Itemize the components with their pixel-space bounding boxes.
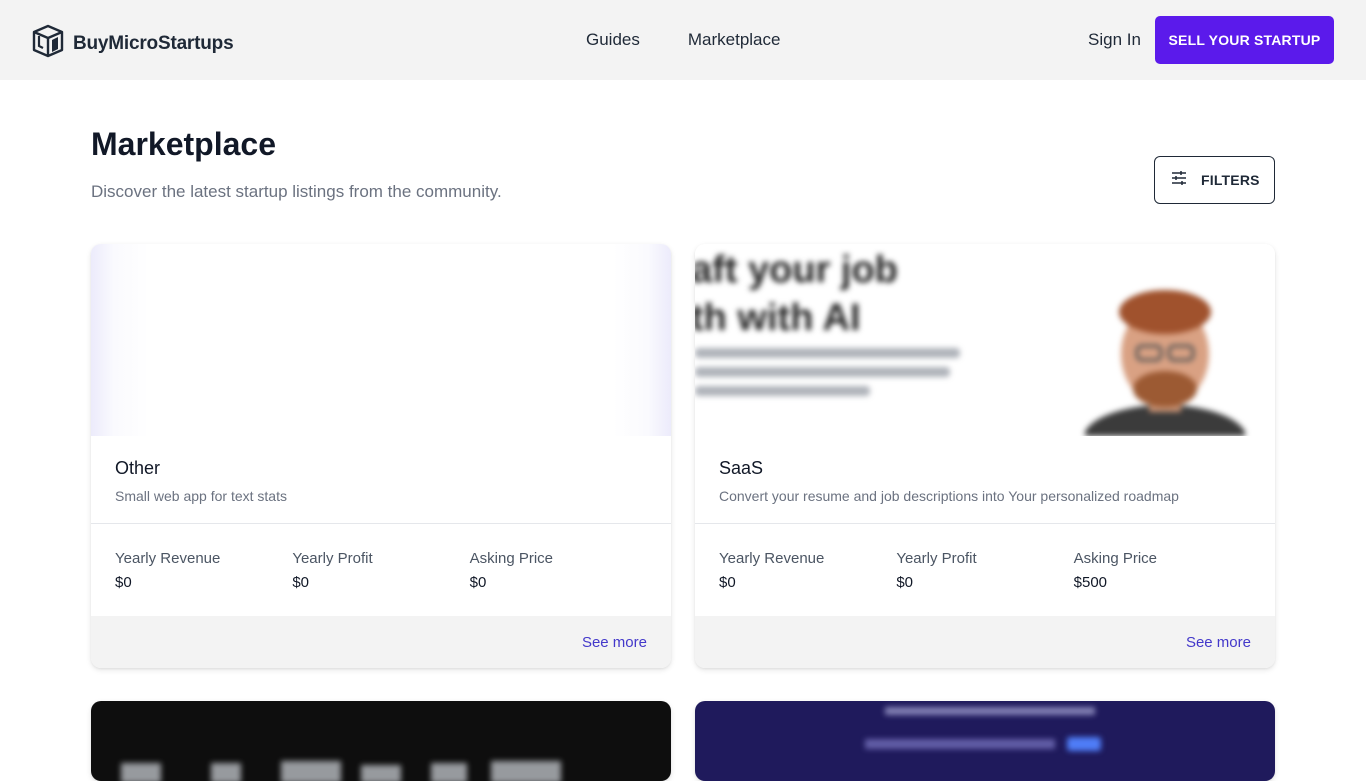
stat-yearly-revenue: Yearly Revenue $0 <box>719 550 896 616</box>
sell-your-startup-button[interactable]: SELL YOUR STARTUP <box>1155 16 1334 64</box>
stat-value: $500 <box>1073 574 1108 591</box>
page-subtitle: Discover the latest startup listings fro… <box>91 182 502 201</box>
top-navbar: BuyMicroStartups Guides Marketplace Sign… <box>0 0 1366 80</box>
listing-category: Other <box>115 458 161 478</box>
thumbnail-heading-line: aft your job <box>695 249 898 291</box>
stat-value: $0 <box>469 574 487 591</box>
stat-label: Asking Price <box>469 550 554 567</box>
filters-button[interactable]: FILTERS <box>1154 156 1275 204</box>
nav-marketplace[interactable]: Marketplace <box>688 30 781 50</box>
listing-footer: See more <box>695 616 1275 668</box>
stat-label: Yearly Revenue <box>719 550 825 567</box>
stat-label: Yearly Revenue <box>115 550 221 567</box>
stat-yearly-profit: Yearly Profit $0 <box>292 550 469 616</box>
stat-value: $0 <box>719 574 736 591</box>
stat-yearly-revenue: Yearly Revenue $0 <box>115 550 292 616</box>
main-nav: Guides Marketplace <box>586 30 780 50</box>
listing-card-partial[interactable] <box>695 701 1275 781</box>
stat-label: Yearly Profit <box>292 550 373 567</box>
listing-card-partial[interactable] <box>91 701 671 781</box>
filters-label: FILTERS <box>1201 172 1260 188</box>
stat-asking-price: Asking Price $0 <box>470 550 647 616</box>
person-portrait-image <box>1085 290 1245 436</box>
listing-thumbnail <box>91 244 671 436</box>
stat-yearly-profit: Yearly Profit $0 <box>896 550 1073 616</box>
thumbnail-text-lines <box>695 348 975 405</box>
listing-stats: Yearly Revenue $0 Yearly Profit $0 Askin… <box>695 524 1275 616</box>
listing-footer: See more <box>91 616 671 668</box>
blurred-thumbnail-text <box>121 761 561 781</box>
stat-value: $0 <box>896 574 914 591</box>
stat-value: $0 <box>115 574 132 591</box>
page-title: Marketplace <box>91 126 276 162</box>
stat-label: Asking Price <box>1073 550 1158 567</box>
listing-body: Other Small web app for text stats <box>91 436 671 524</box>
sliders-icon <box>1171 170 1187 191</box>
brand-logo-link[interactable]: BuyMicroStartups <box>31 24 234 63</box>
listing-card[interactable]: aft your job th with AI SaaS Convert you… <box>695 244 1275 668</box>
listing-thumbnail: aft your job th with AI <box>695 244 1275 436</box>
listing-body: SaaS Convert your resume and job descrip… <box>695 436 1275 524</box>
sign-in-link[interactable]: Sign In <box>1088 30 1141 50</box>
brand-name: BuyMicroStartups <box>73 32 234 54</box>
listing-category: SaaS <box>719 458 764 478</box>
cube-logo-icon <box>31 24 65 63</box>
see-more-link[interactable]: See more <box>582 634 647 651</box>
blurred-thumbnail-text <box>865 707 1101 751</box>
stat-label: Yearly Profit <box>896 550 977 567</box>
thumbnail-heading-line: th with AI <box>695 297 861 339</box>
stat-value: $0 <box>292 574 310 591</box>
stat-asking-price: Asking Price $500 <box>1074 550 1251 616</box>
nav-guides[interactable]: Guides <box>586 30 640 50</box>
listing-description: Convert your resume and job descriptions… <box>719 488 1179 504</box>
see-more-link[interactable]: See more <box>1186 634 1251 651</box>
listing-stats: Yearly Revenue $0 Yearly Profit $0 Askin… <box>91 524 671 616</box>
listing-card[interactable]: Other Small web app for text stats Yearl… <box>91 244 671 668</box>
listing-description: Small web app for text stats <box>115 488 287 504</box>
thumbnail-heading: aft your job th with AI <box>695 246 898 342</box>
